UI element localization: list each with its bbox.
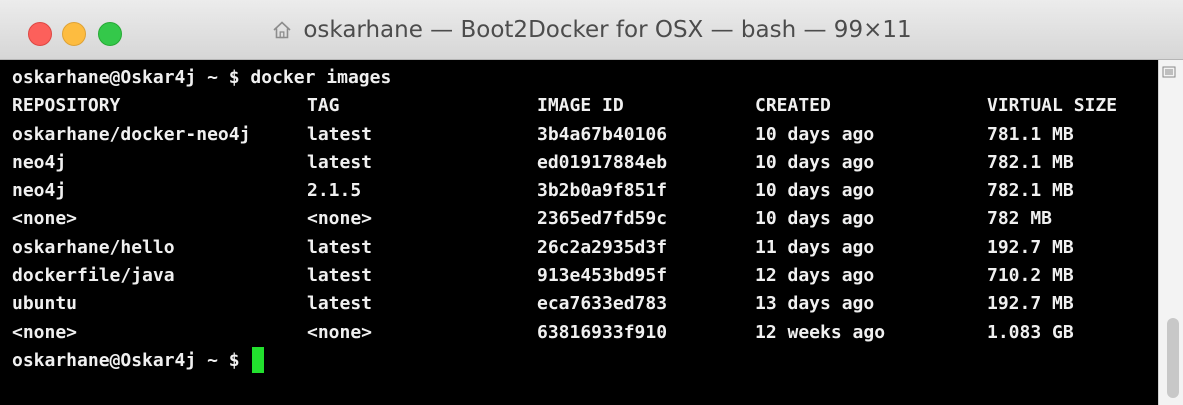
created-cell: 10 days ago (755, 123, 875, 145)
table-row: neo4j 2.1.5 3b2b0a9f851f 10 days ago 782… (0, 177, 1158, 205)
size-cell: 1.083 GB (987, 321, 1074, 343)
window-title-area: oskarhane — Boot2Docker for OSX — bash —… (0, 0, 1183, 60)
header-tag: TAG (307, 95, 340, 117)
image-id-cell: 3b2b0a9f851f (537, 180, 668, 202)
tag-cell: latest (307, 265, 373, 287)
size-cell: 782 MB (987, 208, 1053, 230)
table-row: oskarhane/hello latest 26c2a2935d3f 11 d… (0, 234, 1158, 262)
table-header: REPOSITORY TAG IMAGE ID CREATED VIRTUAL … (0, 92, 1158, 120)
active-prompt[interactable]: oskarhane@Oskar4j ~ $ (12, 346, 265, 375)
image-id-cell: 913e453bd95f (537, 265, 668, 287)
header-created: CREATED (755, 95, 831, 117)
created-cell: 10 days ago (755, 208, 875, 230)
size-cell: 782.1 MB (987, 180, 1074, 202)
size-cell: 710.2 MB (987, 265, 1074, 287)
repository-cell: <none> (12, 208, 78, 230)
created-cell: 10 days ago (755, 180, 875, 202)
repository-cell: oskarhane/docker-neo4j (12, 123, 251, 145)
tag-cell: <none> (307, 208, 373, 230)
image-id-cell: 63816933f910 (537, 321, 668, 343)
table-row: neo4j latest ed01917884eb 10 days ago 78… (0, 149, 1158, 177)
header-virtual-size: VIRTUAL SIZE (987, 95, 1118, 117)
tag-cell: 2.1.5 (307, 180, 362, 202)
prompt-text: oskarhane@Oskar4j ~ $ (12, 349, 251, 371)
command-prompt: oskarhane@Oskar4j ~ $ docker images (12, 67, 392, 88)
tag-cell: latest (307, 236, 373, 258)
table-row: <none> <none> 63816933f910 12 weeks ago … (0, 319, 1158, 347)
image-id-cell: eca7633ed783 (537, 293, 668, 315)
repository-cell: dockerfile/java (12, 265, 175, 287)
tag-cell: latest (307, 123, 373, 145)
table-row: dockerfile/java latest 913e453bd95f 12 d… (0, 262, 1158, 290)
repository-cell: oskarhane/hello (12, 236, 175, 258)
header-repository: REPOSITORY (12, 95, 121, 117)
tag-cell: latest (307, 151, 373, 173)
created-cell: 12 weeks ago (755, 321, 886, 343)
tag-cell: <none> (307, 321, 373, 343)
image-id-cell: 26c2a2935d3f (537, 236, 668, 258)
size-cell: 192.7 MB (987, 293, 1074, 315)
image-id-cell: ed01917884eb (537, 151, 668, 173)
table-row: ubuntu latest eca7633ed783 13 days ago 1… (0, 290, 1158, 318)
created-cell: 12 days ago (755, 265, 875, 287)
size-cell: 782.1 MB (987, 151, 1074, 173)
split-view-icon[interactable] (1162, 66, 1176, 78)
repository-cell: <none> (12, 321, 78, 343)
created-cell: 11 days ago (755, 236, 875, 258)
table-row: <none> <none> 2365ed7fd59c 10 days ago 7… (0, 205, 1158, 233)
table-row: oskarhane/docker-neo4j latest 3b4a67b401… (0, 121, 1158, 149)
header-image-id: IMAGE ID (537, 95, 624, 117)
vertical-scrollbar[interactable] (1158, 60, 1183, 405)
scrollbar-thumb[interactable] (1167, 318, 1179, 398)
terminal-window: oskarhane — Boot2Docker for OSX — bash —… (0, 0, 1183, 405)
image-id-cell: 2365ed7fd59c (537, 208, 668, 230)
size-cell: 192.7 MB (987, 236, 1074, 258)
repository-cell: neo4j (12, 151, 67, 173)
window-title: oskarhane — Boot2Docker for OSX — bash —… (303, 17, 912, 43)
image-id-cell: 3b4a67b40106 (537, 123, 668, 145)
size-cell: 781.1 MB (987, 123, 1074, 145)
active-prompt-line[interactable]: oskarhane@Oskar4j ~ $ (0, 346, 1158, 375)
terminal-output[interactable]: oskarhane@Oskar4j ~ $ docker images REPO… (0, 60, 1158, 405)
command-line: oskarhane@Oskar4j ~ $ docker images (0, 64, 1158, 92)
tag-cell: latest (307, 293, 373, 315)
home-icon (273, 21, 291, 39)
created-cell: 13 days ago (755, 293, 875, 315)
created-cell: 10 days ago (755, 151, 875, 173)
repository-cell: neo4j (12, 180, 67, 202)
title-bar[interactable]: oskarhane — Boot2Docker for OSX — bash —… (0, 0, 1183, 60)
text-cursor (252, 346, 265, 373)
repository-cell: ubuntu (12, 293, 78, 315)
